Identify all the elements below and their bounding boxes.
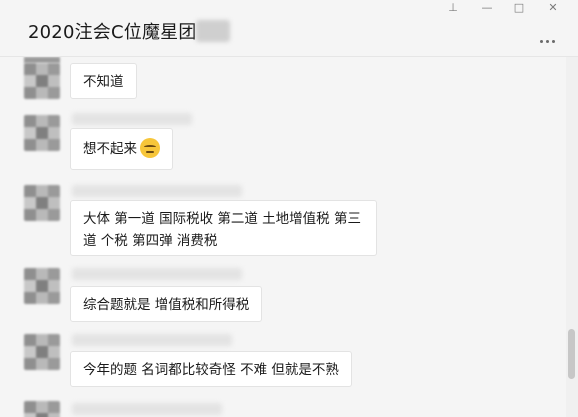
sender-name-blurred <box>72 403 222 415</box>
message-text-line: 大体 第一道 国际税收 第二道 土地增值税 第三 <box>83 211 361 227</box>
minimize-button[interactable]: — <box>474 0 500 16</box>
maximize-button[interactable]: □ <box>506 0 532 16</box>
pin-button[interactable]: ⊥ <box>440 0 466 16</box>
avatar[interactable] <box>24 334 60 370</box>
avatar[interactable] <box>24 268 60 304</box>
avatar[interactable] <box>24 401 60 417</box>
vertical-scrollbar[interactable] <box>566 57 578 417</box>
message-bubble[interactable]: 今年的题 名词都比较奇怪 不难 但就是不熟 <box>70 351 352 387</box>
chat-window: 2020注会C位魔星团 ⊥ — □ ✕ 不知道 想不起来 大体 第一道 国际税收… <box>0 0 578 417</box>
maximize-icon: □ <box>513 1 525 14</box>
close-icon: ✕ <box>548 1 558 14</box>
message-text: 想不起来 <box>83 141 137 157</box>
message-bubble[interactable]: 大体 第一道 国际税收 第二道 土地增值税 第三 道 个税 第四弹 消费税 <box>70 200 377 256</box>
sleepy-face-icon <box>140 138 160 158</box>
pin-icon: ⊥ <box>448 1 458 14</box>
sender-name-blurred <box>72 113 192 125</box>
more-options-button[interactable] <box>540 28 560 43</box>
message-text-line: 道 个税 第四弹 消费税 <box>83 233 218 249</box>
group-title: 2020注会C位魔星团 <box>28 22 197 43</box>
message-text: 不知道 <box>83 74 124 90</box>
sender-name-blurred <box>72 185 242 197</box>
close-button[interactable]: ✕ <box>540 0 566 16</box>
blurred-title-suffix <box>196 20 230 42</box>
message-text: 今年的题 名词都比较奇怪 不难 但就是不熟 <box>83 362 339 378</box>
avatar[interactable] <box>24 185 60 221</box>
message-text: 综合题就是 增值税和所得税 <box>83 297 250 313</box>
message-bubble[interactable]: 想不起来 <box>70 128 173 170</box>
sender-name-blurred <box>72 268 242 280</box>
avatar[interactable] <box>24 115 60 151</box>
avatar[interactable] <box>24 63 60 99</box>
scrollbar-thumb[interactable] <box>568 329 575 379</box>
message-bubble[interactable]: 不知道 <box>70 63 137 99</box>
message-list[interactable]: 不知道 想不起来 大体 第一道 国际税收 第二道 土地增值税 第三 道 个税 第… <box>0 57 565 417</box>
more-dots-icon <box>540 40 543 43</box>
sender-name-blurred <box>72 334 232 346</box>
title-bar: 2020注会C位魔星团 ⊥ — □ ✕ <box>0 0 578 57</box>
message-bubble[interactable]: 综合题就是 增值税和所得税 <box>70 286 263 322</box>
minimize-icon: — <box>481 1 493 14</box>
